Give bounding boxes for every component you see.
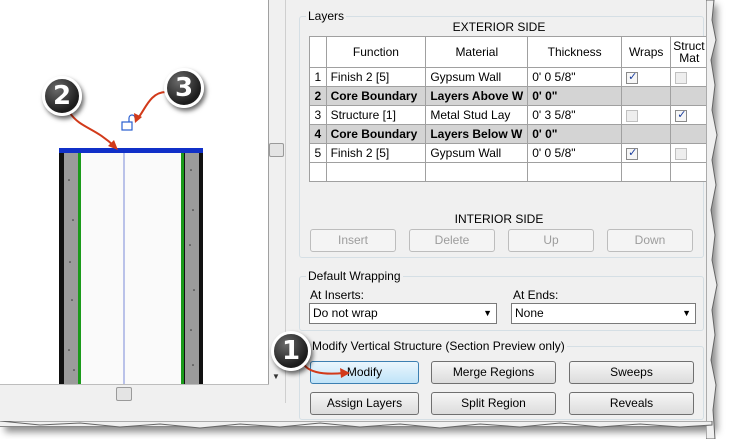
at-inserts-value: Do not wrap — [313, 306, 378, 320]
layer-structural-cell — [670, 105, 711, 125]
reveals-button[interactable]: Reveals — [569, 392, 694, 415]
empty-cell — [670, 162, 711, 182]
callout-2-arrow — [69, 112, 116, 148]
layer-wraps-cell — [621, 86, 672, 106]
split-region-button[interactable]: Split Region — [431, 392, 556, 415]
exterior-side-label: EXTERIOR SIDE — [452, 20, 546, 34]
torn-edge-bottom — [0, 421, 713, 429]
vertical-scroll-thumb[interactable] — [269, 143, 284, 157]
section-preview[interactable] — [0, 0, 269, 403]
core-boundary-top — [59, 148, 203, 153]
layers-table: Function Material Thickness Wraps Struct… — [309, 36, 711, 182]
layer-row[interactable]: 2 Core Boundary Layers Above W 0' 0" — [309, 86, 711, 106]
wraps-checkbox[interactable] — [626, 70, 639, 84]
at-ends-dropdown[interactable]: None ▼ — [511, 303, 696, 324]
layer-material[interactable]: Layers Below W — [425, 124, 529, 144]
layer-row[interactable]: 1 Finish 2 [5] Gypsum Wall 0' 0 5/8" — [309, 67, 711, 87]
layer-wraps-cell — [621, 124, 672, 144]
layer-wraps-cell — [621, 67, 672, 87]
layer-thickness[interactable]: 0' 3 5/8" — [527, 105, 623, 125]
layer-row[interactable]: 5 Finish 2 [5] Gypsum Wall 0' 0 5/8" — [309, 143, 711, 163]
layer-function[interactable]: Structure [1] — [325, 105, 427, 125]
gypsum-right-layer — [185, 153, 199, 384]
layer-material[interactable]: Metal Stud Lay — [425, 105, 529, 125]
horizontal-scroll-thumb[interactable] — [116, 387, 132, 401]
delete-button[interactable]: Delete — [409, 229, 495, 252]
at-ends-label: At Ends: — [513, 288, 559, 302]
preview-horizontal-scrollbar[interactable] — [0, 384, 269, 403]
layer-row[interactable]: 4 Core Boundary Layers Below W 0' 0" — [309, 124, 711, 144]
layer-thickness[interactable]: 0' 0 5/8" — [527, 143, 623, 163]
layer-wraps-cell — [621, 105, 672, 125]
layer-material[interactable]: Gypsum Wall — [425, 67, 529, 87]
structural-material-checkbox[interactable] — [675, 108, 688, 122]
layer-function[interactable]: Core Boundary — [325, 124, 427, 144]
layer-material[interactable]: Layers Above W — [425, 86, 529, 106]
down-button[interactable]: Down — [607, 229, 693, 252]
empty-layer-row — [309, 162, 711, 182]
layer-structural-cell — [670, 67, 711, 87]
default-wrapping-title: Default Wrapping — [306, 269, 403, 283]
wall-section-drawing — [59, 91, 203, 384]
structure-left-edge — [78, 153, 81, 384]
callout-badge-1: 1 — [271, 331, 311, 371]
layer-number: 5 — [309, 143, 327, 163]
empty-cell — [621, 162, 672, 182]
layer-structural-cell — [670, 124, 711, 144]
callout-3-arrow — [137, 91, 167, 119]
structure-right-edge — [181, 153, 184, 384]
layer-material[interactable]: Gypsum Wall — [425, 143, 529, 163]
empty-cell — [425, 162, 529, 182]
layer-number: 2 — [309, 86, 327, 106]
at-ends-value: None — [515, 306, 544, 320]
structural-material-checkbox[interactable] — [675, 147, 688, 160]
stud-cavity — [81, 153, 181, 384]
callout-badge-2: 2 — [42, 76, 82, 116]
layer-structural-cell — [670, 143, 711, 163]
merge-regions-button[interactable]: Merge Regions — [431, 361, 556, 384]
column-header-structural-material[interactable]: Struct Mat — [670, 36, 711, 68]
layer-function[interactable]: Core Boundary — [325, 86, 427, 106]
layer-thickness[interactable]: 0' 0 5/8" — [527, 67, 623, 87]
dropdown-arrow-icon: ▼ — [682, 308, 691, 318]
column-header-material[interactable]: Material — [425, 36, 529, 68]
empty-cell — [325, 162, 427, 182]
empty-cell — [309, 162, 327, 182]
layer-number: 4 — [309, 124, 327, 144]
layer-function[interactable]: Finish 2 [5] — [325, 143, 427, 163]
column-header-wraps[interactable]: Wraps — [621, 36, 672, 68]
wall-assembly-dialog: ▼ 2 3 Layers EXTERIOR SIDE Function Mate… — [0, 0, 712, 427]
layer-row[interactable]: 3 Structure [1] Metal Stud Lay 0' 3 5/8" — [309, 105, 711, 125]
sweeps-button[interactable]: Sweeps — [569, 361, 694, 384]
column-header-number — [309, 36, 327, 68]
dropdown-arrow-icon: ▼ — [483, 308, 492, 318]
layer-thickness[interactable]: 0' 0" — [527, 124, 623, 144]
layer-thickness[interactable]: 0' 0" — [527, 86, 623, 106]
layer-number: 1 — [309, 67, 327, 87]
assign-layers-button[interactable]: Assign Layers — [310, 392, 419, 415]
layer-structural-cell — [670, 86, 711, 106]
interior-side-label: INTERIOR SIDE — [454, 212, 544, 226]
structural-material-checkbox[interactable] — [675, 71, 688, 84]
wraps-checkbox[interactable] — [626, 109, 639, 122]
empty-cell — [527, 162, 623, 182]
gypsum-left-layer — [64, 153, 78, 384]
modify-vertical-structure-title: Modify Vertical Structure (Section Previ… — [310, 339, 567, 353]
scroll-down-arrow-icon[interactable]: ▼ — [272, 372, 280, 381]
insert-button[interactable]: Insert — [310, 229, 396, 252]
column-header-function[interactable]: Function — [325, 36, 427, 68]
lock-icon — [121, 114, 136, 131]
layer-wraps-cell — [621, 143, 672, 163]
up-button[interactable]: Up — [508, 229, 594, 252]
torn-edge-right — [706, 0, 718, 439]
callout-badge-3: 3 — [164, 68, 204, 108]
layer-function[interactable]: Finish 2 [5] — [325, 67, 427, 87]
column-header-thickness[interactable]: Thickness — [527, 36, 623, 68]
at-inserts-dropdown[interactable]: Do not wrap ▼ — [309, 303, 497, 324]
at-inserts-label: At Inserts: — [310, 288, 365, 302]
layer-number: 3 — [309, 105, 327, 125]
wraps-checkbox[interactable] — [626, 146, 639, 160]
